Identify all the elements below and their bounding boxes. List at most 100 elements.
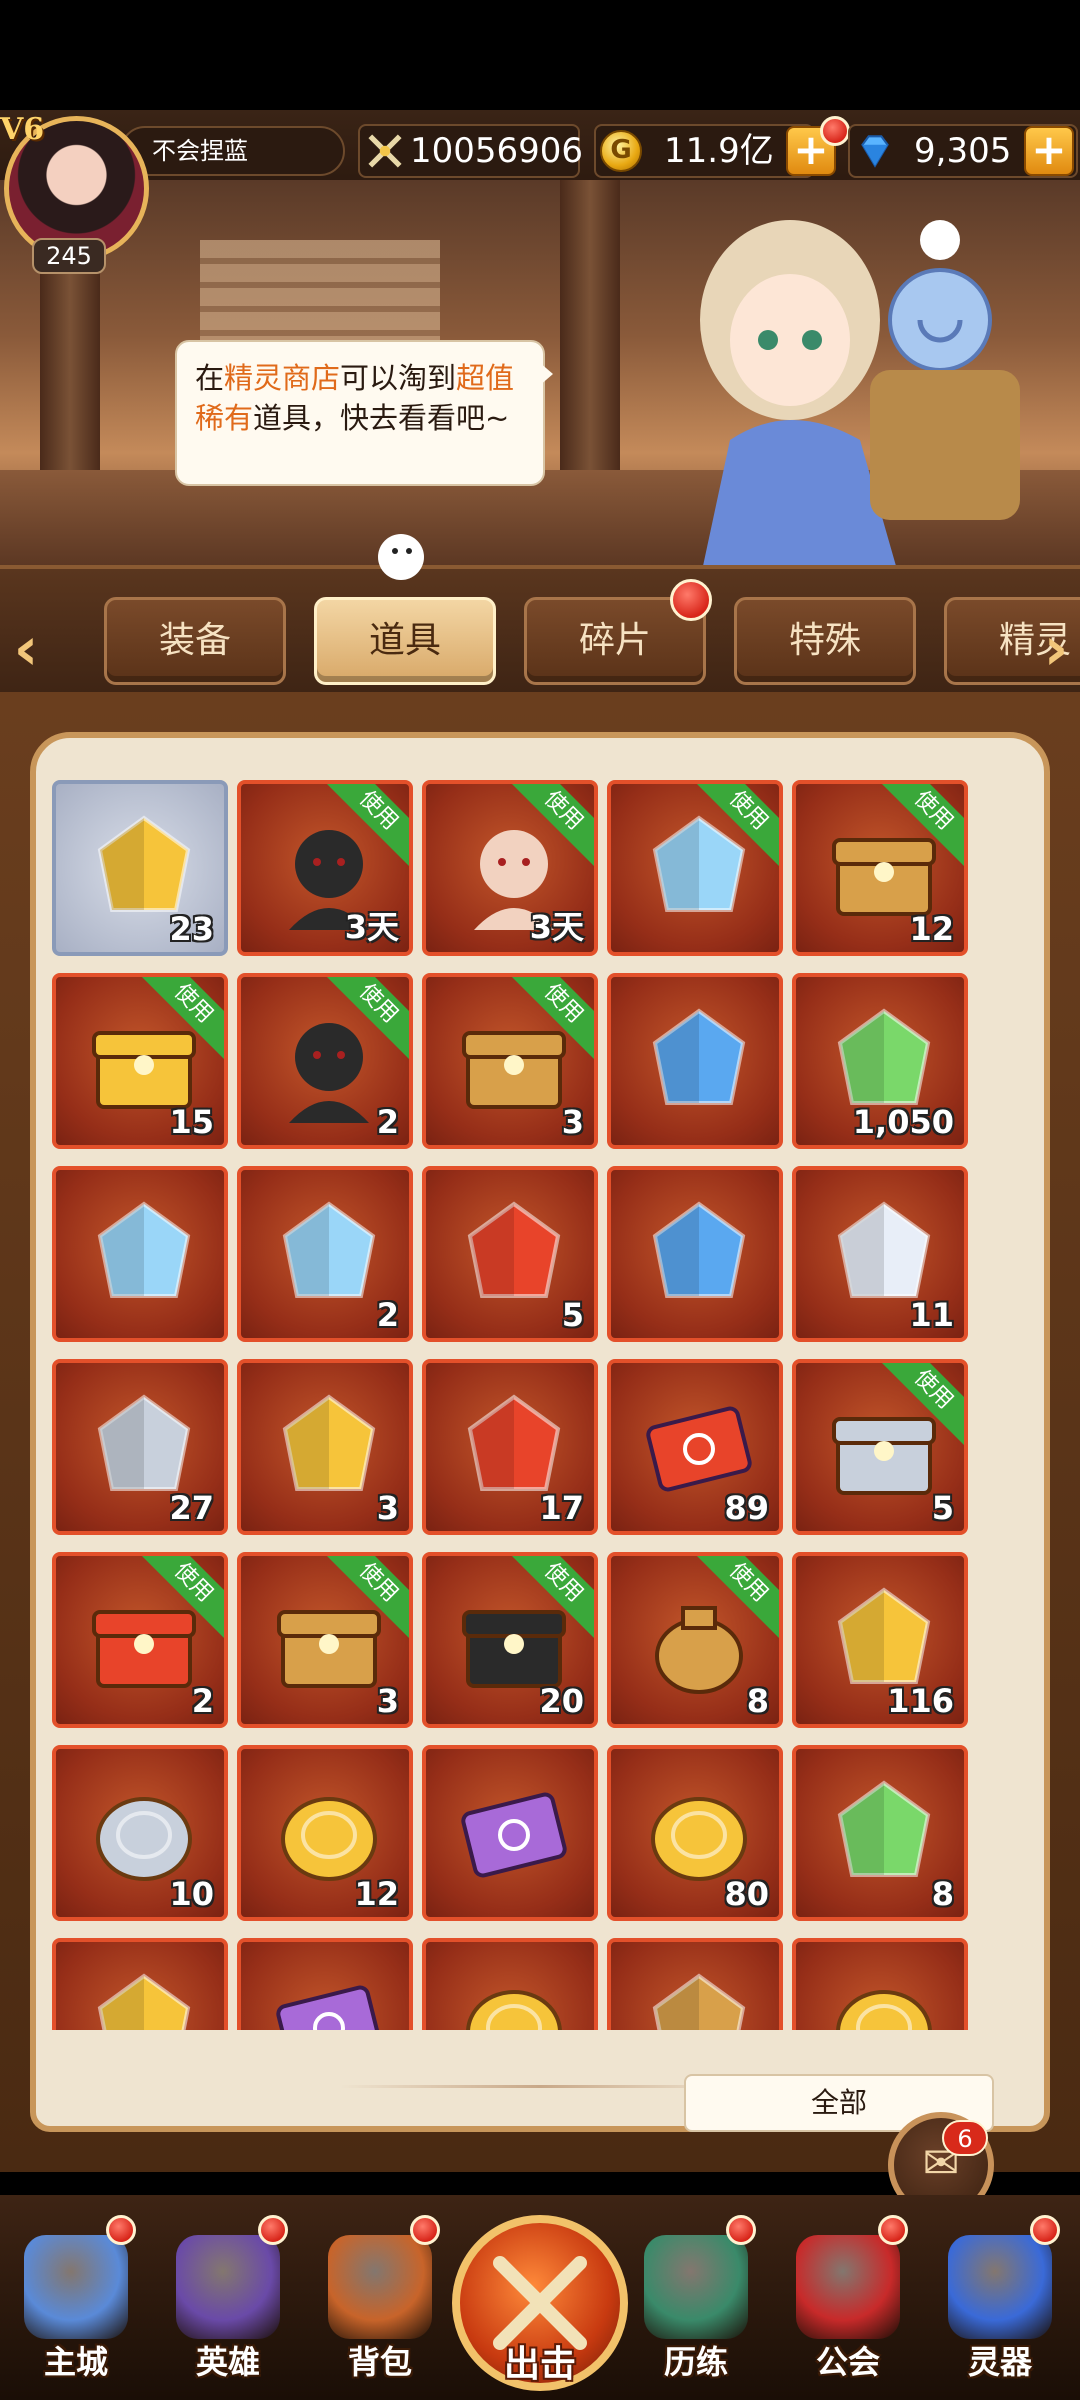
tab-special[interactable]: 特殊: [734, 597, 916, 685]
inventory-slot[interactable]: 8: [792, 1745, 968, 1921]
nav-notification-dot: [1030, 2215, 1060, 2245]
inventory-slot[interactable]: 80: [607, 1745, 783, 1921]
inventory-slot[interactable]: 使用: [607, 780, 783, 956]
inventory-slot[interactable]: 2: [237, 1166, 413, 1342]
item-count: 80: [724, 1875, 769, 1913]
inventory-slot[interactable]: 11: [792, 1166, 968, 1342]
item-count: 8: [746, 1682, 769, 1720]
inventory-slot[interactable]: 17: [422, 1359, 598, 1535]
nav-label: 历练: [663, 2343, 728, 2381]
inventory-slot[interactable]: [422, 1938, 598, 2030]
inventory-slot[interactable]: [607, 1166, 783, 1342]
item-count: 116: [887, 1682, 954, 1720]
speech-highlight-shop: 精灵商店: [224, 361, 341, 395]
inventory-slot[interactable]: [52, 1938, 228, 2030]
add-gem-button[interactable]: +: [1024, 126, 1074, 176]
divider: [340, 2085, 740, 2088]
inventory-slot[interactable]: 使用 2: [52, 1552, 228, 1728]
training-icon: [644, 2235, 748, 2339]
inventory-slot[interactable]: 使用 12: [792, 780, 968, 956]
status-bar: [0, 0, 1080, 110]
item-count: 20: [539, 1682, 584, 1720]
inventory-slot[interactable]: [52, 1166, 228, 1342]
nav-item-4[interactable]: 历练: [626, 2195, 766, 2400]
item-count: 1,050: [852, 1103, 954, 1141]
inventory-slot[interactable]: 使用 5: [792, 1359, 968, 1535]
backpack-icon: [328, 2235, 432, 2339]
gold-notification-dot: [820, 116, 850, 146]
item-count: 3: [376, 1489, 399, 1527]
nav-item-2[interactable]: 背包: [310, 2195, 450, 2400]
inventory-slot[interactable]: [607, 973, 783, 1149]
gold-ingot-icon: [466, 1990, 562, 2030]
tab-equipment[interactable]: 装备: [104, 597, 286, 685]
helmet-icon: [176, 2235, 280, 2339]
item-count: 5: [561, 1296, 584, 1334]
castle-icon: [24, 2235, 128, 2339]
inventory-slot[interactable]: 116: [792, 1552, 968, 1728]
inventory-slot[interactable]: 27: [52, 1359, 228, 1535]
power-value: 10056906: [410, 131, 584, 171]
fire-crystal-icon: [467, 1201, 561, 1298]
orb-icon: [948, 2235, 1052, 2339]
item-count: 3天: [344, 908, 399, 946]
item-count: 2: [376, 1296, 399, 1334]
inventory-slot[interactable]: 3: [237, 1359, 413, 1535]
item-count: 2: [191, 1682, 214, 1720]
inventory-slot[interactable]: [237, 1938, 413, 2030]
gold-emblem-icon: [97, 1973, 191, 2030]
gold-value: 11.9亿: [664, 131, 774, 171]
inventory-slot[interactable]: 5: [422, 1166, 598, 1342]
inventory-slot[interactable]: [422, 1745, 598, 1921]
swirl-crystal-icon: [282, 1201, 376, 1298]
item-count: 2: [376, 1103, 399, 1141]
inventory-slot[interactable]: 使用 20: [422, 1552, 598, 1728]
nav-notification-dot: [726, 2215, 756, 2245]
inventory-slot[interactable]: 使用 8: [607, 1552, 783, 1728]
item-count: 89: [724, 1489, 769, 1527]
inventory-slot[interactable]: 使用 3天: [422, 780, 598, 956]
tab-scroll-right-arrow[interactable]: ›: [1036, 609, 1076, 689]
green-rune-icon: [837, 1780, 931, 1877]
inventory-slot[interactable]: 使用 3: [237, 1552, 413, 1728]
gold-diamond-icon: [282, 1394, 376, 1491]
nav-item-0[interactable]: 主城: [6, 2195, 146, 2400]
nav-notification-dot: [878, 2215, 908, 2245]
item-count: 10: [169, 1875, 214, 1913]
nav-item-5[interactable]: 公会: [778, 2195, 918, 2400]
player-avatar[interactable]: V6 245: [0, 108, 160, 274]
nav-item-6[interactable]: 灵器: [930, 2195, 1070, 2400]
npc-guide-girl[interactable]: [640, 200, 1060, 570]
inventory-slot[interactable]: [607, 1938, 783, 2030]
nav-notification-dot: [106, 2215, 136, 2245]
tab-items[interactable]: 道具: [314, 597, 496, 685]
nav-notification-dot: [410, 2215, 440, 2245]
nav-notification-dot: [258, 2215, 288, 2245]
inventory-slot[interactable]: [792, 1938, 968, 2030]
npc-speech-bubble[interactable]: 在精灵商店可以淘到超值稀有道具，快去看看吧~: [175, 340, 553, 486]
item-count: 12: [909, 910, 954, 948]
item-count: 11: [909, 1296, 954, 1334]
item-count: 3天: [529, 908, 584, 946]
inventory-slot[interactable]: 1,050: [792, 973, 968, 1149]
tab-scroll-left-arrow[interactable]: ‹: [6, 609, 46, 689]
inventory-slot[interactable]: 89: [607, 1359, 783, 1535]
inventory-slot[interactable]: 使用 15: [52, 973, 228, 1149]
speech-text: 在: [195, 361, 225, 395]
guild-icon: [796, 2235, 900, 2339]
nav-label: 公会: [815, 2343, 880, 2381]
scroll-icon: [652, 1973, 746, 2030]
nav-label: 背包: [347, 2343, 412, 2381]
blue-crystal-icon: [652, 1008, 746, 1105]
item-count: 3: [561, 1103, 584, 1141]
fragments-notification-dot: [670, 579, 712, 621]
inventory-slot[interactable]: 12: [237, 1745, 413, 1921]
nav-item-1[interactable]: 英雄: [158, 2195, 298, 2400]
nav-label: 主城: [43, 2343, 108, 2381]
inventory-slot[interactable]: 23: [52, 780, 228, 956]
gold-display: G 11.9亿: [594, 124, 814, 178]
inventory-slot[interactable]: 使用 3天: [237, 780, 413, 956]
inventory-slot[interactable]: 10: [52, 1745, 228, 1921]
inventory-slot[interactable]: 使用 2: [237, 973, 413, 1149]
inventory-slot[interactable]: 使用 3: [422, 973, 598, 1149]
